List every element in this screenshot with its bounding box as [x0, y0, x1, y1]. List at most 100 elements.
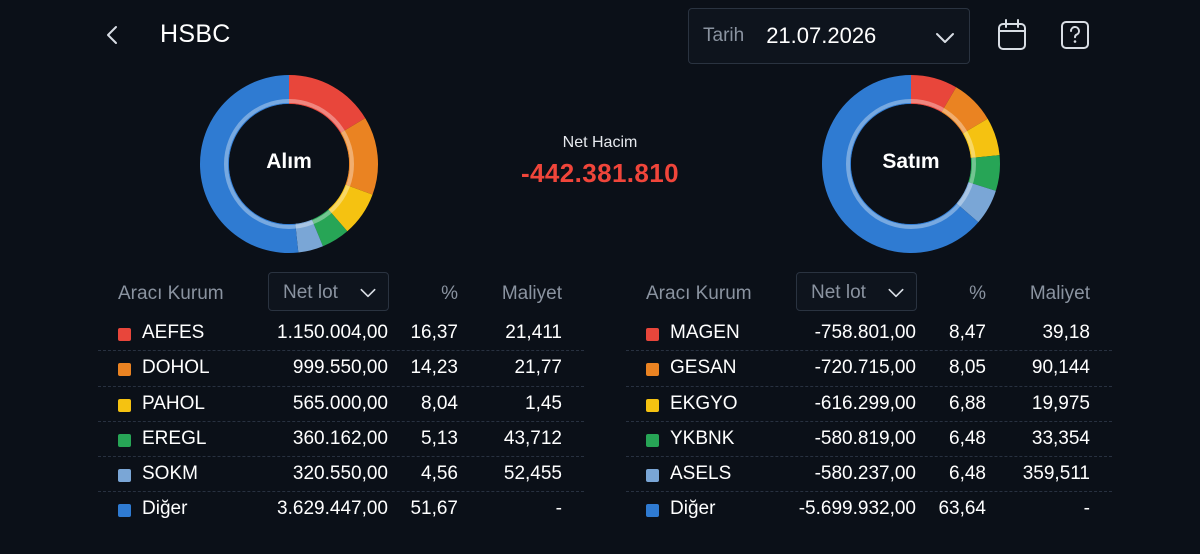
- date-value: 21.07.2026: [766, 23, 877, 48]
- chevron-down-icon: [936, 33, 954, 43]
- broker-name: GESAN: [670, 357, 737, 379]
- sell-sort-select[interactable]: Net lot: [796, 272, 917, 311]
- cost-value: 43,712: [503, 427, 562, 449]
- legend-swatch: [118, 433, 131, 447]
- legend-swatch: [646, 469, 659, 483]
- date-picker[interactable]: Tarih 21.07.2026: [688, 8, 970, 64]
- chevron-down-icon: [360, 288, 376, 298]
- percent-value: 6,88: [949, 392, 986, 414]
- legend-swatch: [118, 469, 131, 483]
- percent-column-header: %: [441, 283, 458, 304]
- cost-value: -: [1083, 498, 1090, 520]
- percent-value: 6,48: [949, 463, 986, 485]
- sell-table: Aracı Kurum Net lot % Maliyet MAGEN -758.…: [626, 270, 1112, 528]
- table-row[interactable]: Diğer -5.699.932,00 63,64 -: [626, 492, 1112, 527]
- table-row[interactable]: EREGL 360.162,00 5,13 43,712: [98, 422, 584, 458]
- sort-select-label: Net lot: [283, 282, 338, 303]
- net-lot-value: -720.715,00: [814, 357, 916, 379]
- net-lot-value: 360.162,00: [292, 427, 388, 449]
- percent-value: 8,04: [421, 392, 458, 414]
- percent-value: 6,48: [949, 427, 986, 449]
- broker-name: YKBNK: [670, 427, 735, 449]
- percent-value: 16,37: [410, 322, 458, 343]
- net-lot-value: 999.550,00: [292, 357, 388, 379]
- cost-value: -: [555, 498, 562, 520]
- net-lot-value: 3.629.447,00: [277, 498, 388, 520]
- sell-table-header: Aracı Kurum Net lot % Maliyet: [626, 270, 1112, 316]
- sort-select-label: Net lot: [811, 282, 866, 303]
- table-row[interactable]: GESAN -720.715,00 8,05 90,144: [626, 351, 1112, 387]
- legend-swatch: [118, 363, 131, 377]
- net-lot-value: 1.150.004,00: [277, 322, 388, 343]
- broker-name: Diğer: [142, 498, 188, 520]
- net-volume: Net Hacim -442.381.810: [460, 134, 740, 189]
- broker-name: Diğer: [670, 498, 716, 520]
- net-lot-value: -5.699.932,00: [798, 498, 916, 520]
- legend-swatch: [118, 504, 131, 518]
- chevron-left-icon: [107, 26, 117, 44]
- table-row[interactable]: AEFES 1.150.004,00 16,37 21,411: [98, 316, 584, 352]
- broker-name: SOKM: [142, 463, 198, 485]
- cost-column-header: Maliyet: [1029, 283, 1090, 304]
- table-row[interactable]: SOKM 320.550,00 4,56 52,455: [98, 457, 584, 493]
- net-lot-value: -580.237,00: [814, 463, 916, 485]
- legend-swatch: [646, 328, 659, 341]
- table-row[interactable]: MAGEN -758.801,00 8,47 39,18: [626, 316, 1112, 352]
- broker-name: AEFES: [142, 322, 205, 343]
- cost-value: 33,354: [1031, 427, 1090, 449]
- broker-name: DOHOL: [142, 357, 210, 379]
- cost-value: 1,45: [525, 392, 562, 414]
- net-volume-value: -442.381.810: [520, 158, 680, 188]
- percent-value: 5,13: [421, 427, 458, 449]
- buy-table: Aracı Kurum Net lot % Maliyet AEFES 1.150…: [98, 270, 584, 528]
- sell-rows: MAGEN -758.801,00 8,47 39,18 GESAN -720.715,0…: [626, 316, 1112, 528]
- percent-value: 14,23: [410, 357, 458, 379]
- cost-value: 39,18: [1042, 322, 1090, 343]
- broker-column-header: Aracı Kurum: [118, 283, 224, 304]
- broker-name: MAGEN: [670, 322, 740, 343]
- buy-donut-label: Alım: [266, 150, 312, 173]
- table-row[interactable]: DOHOL 999.550,00 14,23 21,77: [98, 351, 584, 387]
- net-lot-value: 565.000,00: [292, 392, 388, 414]
- cost-value: 19,975: [1031, 392, 1090, 414]
- percent-value: 8,47: [949, 322, 986, 343]
- net-lot-value: -580.819,00: [814, 427, 916, 449]
- page-title: HSBC: [160, 20, 231, 48]
- chevron-down-icon: [888, 288, 904, 298]
- net-volume-label: Net Hacim: [562, 134, 638, 151]
- calendar-button[interactable]: [996, 18, 1028, 52]
- help-icon: [1061, 21, 1089, 49]
- percent-value: 63,64: [938, 498, 986, 520]
- legend-swatch: [646, 433, 659, 447]
- back-button[interactable]: [100, 22, 126, 48]
- table-row[interactable]: YKBNK -580.819,00 6,48 33,354: [626, 422, 1112, 458]
- broker-name: EREGL: [142, 427, 207, 449]
- calendar-icon: [998, 19, 1026, 50]
- broker-name: ASELS: [670, 463, 732, 485]
- help-button[interactable]: [1059, 18, 1091, 52]
- broker-name: EKGYO: [670, 392, 738, 414]
- table-row[interactable]: ASELS -580.237,00 6,48 359,511: [626, 457, 1112, 493]
- percent-value: 4,56: [421, 463, 458, 485]
- percent-column-header: %: [969, 283, 986, 304]
- broker-name: PAHOL: [142, 392, 206, 414]
- date-label: Tarih: [703, 25, 745, 46]
- legend-swatch: [118, 328, 131, 341]
- sell-donut-label: Satım: [882, 150, 940, 173]
- percent-value: 8,05: [949, 357, 986, 379]
- cost-column-header: Maliyet: [501, 283, 562, 304]
- net-lot-value: 320.550,00: [292, 463, 388, 485]
- net-lot-value: -758.801,00: [814, 322, 916, 343]
- table-row[interactable]: EKGYO -616.299,00 6,88 19,975: [626, 387, 1112, 422]
- broker-column-header: Aracı Kurum: [646, 283, 752, 304]
- legend-swatch: [646, 504, 659, 518]
- table-row[interactable]: Diğer 3.629.447,00 51,67 -: [98, 492, 584, 527]
- buy-rows: AEFES 1.150.004,00 16,37 21,411 DOHOL 999.550…: [98, 316, 584, 528]
- buy-sort-select[interactable]: Net lot: [268, 272, 389, 311]
- cost-value: 90,144: [1031, 357, 1090, 379]
- percent-value: 51,67: [410, 498, 458, 520]
- table-row[interactable]: PAHOL 565.000,00 8,04 1,45: [98, 387, 584, 422]
- cost-value: 359,511: [1022, 463, 1090, 485]
- cost-value: 21,411: [505, 322, 562, 343]
- legend-swatch: [646, 398, 659, 412]
